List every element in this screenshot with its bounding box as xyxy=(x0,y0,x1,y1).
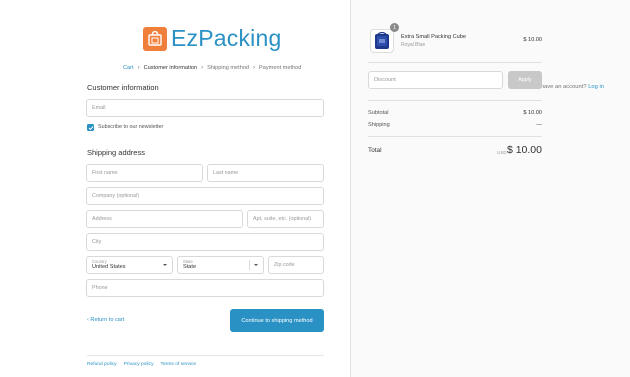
return-to-cart-link[interactable]: ‹ Return to cart xyxy=(87,317,124,323)
total-value: $ 10.00 xyxy=(506,144,542,156)
packing-cube-image xyxy=(375,31,389,49)
select-divider xyxy=(249,260,250,270)
shopping-bag-icon xyxy=(143,26,167,51)
checkmark-icon xyxy=(88,125,93,130)
continue-to-shipping-button[interactable]: Continue to shipping method xyxy=(230,309,324,332)
address-placeholder: Address xyxy=(92,216,112,222)
discount-placeholder: Discount xyxy=(374,77,396,83)
privacy-policy-link[interactable]: Privacy policy xyxy=(124,362,154,367)
total-label: Total xyxy=(368,147,382,154)
breadcrumb-shipping-method: Shipping method xyxy=(207,65,250,71)
product-name: Extra Small Packing Cube xyxy=(401,34,466,40)
breadcrumb-payment-method: Payment method xyxy=(259,65,302,71)
country-select[interactable]: Country United States xyxy=(86,256,173,274)
breadcrumb-customer-information: Customer information xyxy=(143,65,198,71)
company-field[interactable]: Company (optional) xyxy=(86,187,324,205)
brand-logo[interactable]: EzPacking xyxy=(143,25,281,52)
return-to-cart-label: Return to cart xyxy=(90,317,125,323)
refund-policy-link[interactable]: Refund policy xyxy=(87,362,117,367)
newsletter-label: Subscribe to our newsletter xyxy=(98,124,164,130)
state-select[interactable]: State State xyxy=(177,256,264,274)
chevron-right-icon: › xyxy=(137,65,140,71)
first-name-placeholder: First name xyxy=(92,170,118,176)
summary-divider xyxy=(368,136,542,137)
summary-divider xyxy=(368,62,542,63)
brand-name: EzPacking xyxy=(171,25,282,51)
product-thumbnail xyxy=(370,29,394,53)
city-field[interactable]: City xyxy=(86,233,324,251)
last-name-field[interactable]: Last name xyxy=(207,164,324,182)
product-variant: Royal Blue xyxy=(401,42,426,48)
subtotal-value: $ 10.00 xyxy=(523,110,542,116)
first-name-field[interactable]: First name xyxy=(86,164,203,182)
country-value: United States xyxy=(92,264,126,270)
shipping-value: — xyxy=(536,122,542,128)
footer-divider xyxy=(87,355,324,356)
company-placeholder: Company (optional) xyxy=(92,193,140,199)
apartment-placeholder: Apt, suite, etc. (optional) xyxy=(253,216,312,222)
discount-field[interactable]: Discount xyxy=(368,71,503,89)
zip-code-placeholder: Zip code xyxy=(274,262,295,268)
breadcrumb: Cart › Customer information › Shipping m… xyxy=(123,65,305,71)
city-placeholder: City xyxy=(92,239,102,245)
product-price: $ 10.00 xyxy=(523,37,542,43)
newsletter-checkbox[interactable] xyxy=(87,124,94,131)
apartment-field[interactable]: Apt, suite, etc. (optional) xyxy=(247,210,324,228)
chevron-right-icon: › xyxy=(201,65,204,71)
email-field[interactable]: Email xyxy=(86,99,324,117)
chevron-down-icon xyxy=(163,264,167,266)
phone-placeholder: Phone xyxy=(92,285,108,291)
quantity-badge: 1 xyxy=(390,23,399,32)
last-name-placeholder: Last name xyxy=(213,170,239,176)
order-summary-panel xyxy=(350,0,630,377)
state-value: State xyxy=(183,264,197,270)
shipping-address-title: Shipping address xyxy=(87,148,145,157)
customer-information-title: Customer information xyxy=(87,83,159,92)
email-placeholder: Email xyxy=(92,105,106,111)
breadcrumb-cart[interactable]: Cart xyxy=(123,65,134,71)
address-field[interactable]: Address xyxy=(86,210,243,228)
phone-field[interactable]: Phone xyxy=(86,279,324,297)
chevron-right-icon: › xyxy=(253,65,256,71)
shipping-label: Shipping xyxy=(368,122,390,128)
apply-discount-button[interactable]: Apply xyxy=(508,71,542,89)
total-currency: USD xyxy=(497,150,507,155)
zip-code-field[interactable]: Zip code xyxy=(268,256,324,274)
chevron-down-icon xyxy=(254,264,258,266)
terms-of-service-link[interactable]: Terms of service xyxy=(161,362,197,367)
summary-divider xyxy=(368,100,542,101)
subtotal-label: Subtotal xyxy=(368,110,389,116)
footer-links: Refund policy Privacy policy Terms of se… xyxy=(87,362,203,367)
login-link[interactable]: Log in xyxy=(588,84,604,90)
